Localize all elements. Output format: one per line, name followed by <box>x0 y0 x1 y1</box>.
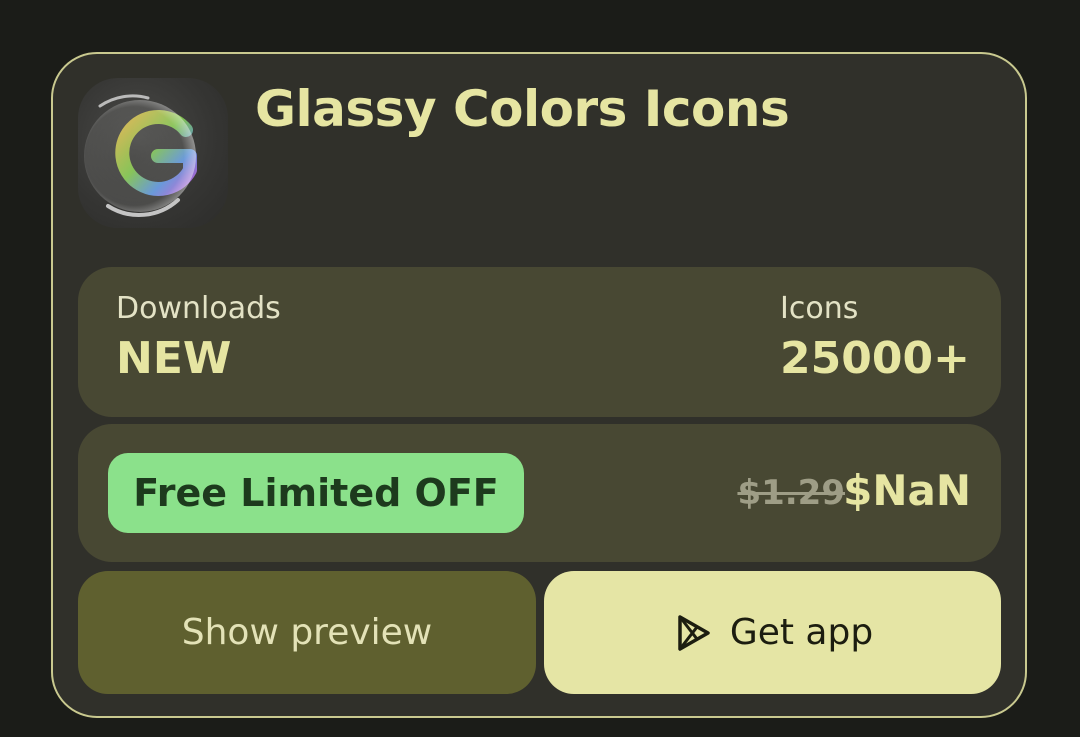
show-preview-label: Show preview <box>181 612 433 653</box>
app-icon <box>78 78 228 228</box>
show-preview-button[interactable]: Show preview <box>78 571 536 694</box>
new-price: $NaN <box>843 466 971 515</box>
downloads-value: NEW <box>116 333 232 384</box>
play-store-icon <box>678 614 710 651</box>
get-app-button[interactable]: Get app <box>544 571 1001 694</box>
pricing-panel: Free Limited OFF $1.29 $NaN <box>78 424 1001 562</box>
app-title: Glassy Colors Icons <box>255 80 790 138</box>
get-app-label: Get app <box>729 612 874 653</box>
downloads-label: Downloads <box>116 291 281 326</box>
promo-badge: Free Limited OFF <box>108 453 524 533</box>
icons-label: Icons <box>780 291 859 326</box>
glassy-g-icon <box>84 94 197 218</box>
stats-panel: Downloads NEW Icons 25000+ <box>78 267 1001 417</box>
old-price: $1.29 <box>737 473 845 513</box>
icons-value: 25000+ <box>780 333 970 384</box>
